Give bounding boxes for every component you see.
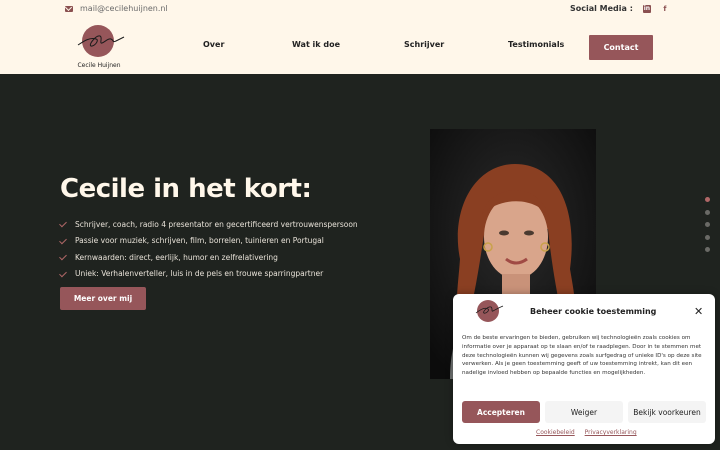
hero-bullet-list: Schrijver, coach, radio 4 presentator en…: [60, 216, 358, 282]
email-link[interactable]: mail@cecilehuijnen.nl: [65, 4, 168, 13]
bullet-text: Schrijver, coach, radio 4 presentator en…: [75, 219, 358, 229]
accept-button[interactable]: Accepteren: [462, 401, 540, 423]
more-about-me-button[interactable]: Meer over mij: [60, 287, 146, 310]
nav-wat-ik-doe[interactable]: Wat ik doe: [292, 40, 340, 49]
slider-dot[interactable]: [705, 247, 710, 252]
signature-icon: [77, 35, 125, 47]
cookie-links: Cookiebeleid Privacyverklaring: [536, 429, 645, 436]
check-icon: [60, 238, 69, 244]
check-icon: [60, 271, 69, 277]
facebook-icon[interactable]: f: [661, 5, 669, 13]
cookie-text: Om de beste ervaringen te bieden, gebrui…: [462, 335, 702, 377]
contact-button[interactable]: Contact: [589, 35, 653, 60]
cookie-title: Beheer cookie toestemming: [530, 307, 657, 316]
close-icon[interactable]: ✕: [694, 306, 703, 317]
nav-over[interactable]: Over: [203, 40, 224, 49]
hero-title: Cecile in het kort:: [60, 174, 312, 204]
slider-dot[interactable]: [705, 234, 710, 240]
site-logo[interactable]: Cecile Huijnen: [72, 25, 126, 71]
list-item: Schrijver, coach, radio 4 presentator en…: [60, 216, 358, 233]
nav-testimonials[interactable]: Testimonials: [508, 40, 564, 49]
check-icon: [60, 221, 69, 227]
email-text[interactable]: mail@cecilehuijnen.nl: [80, 4, 168, 13]
bullet-text: Uniek: Verhalenverteller, luis in de pel…: [75, 269, 324, 279]
cookie-logo: [473, 300, 505, 324]
slider-dot[interactable]: [705, 209, 710, 215]
main-nav: Cecile Huijnen Over Wat ik doe Schrijver…: [0, 20, 720, 74]
list-item: Passie voor muziek, schrijven, film, bor…: [60, 233, 358, 250]
social-label: Social Media :: [570, 4, 633, 13]
slider-dots: [705, 197, 710, 260]
logo-name: Cecile Huijnen: [77, 62, 121, 69]
slider-dot[interactable]: [705, 222, 710, 227]
nav-schrijver[interactable]: Schrijver: [404, 40, 444, 49]
check-icon: [60, 254, 69, 260]
mail-icon: [65, 5, 73, 12]
privacy-statement-link[interactable]: Privacyverklaring: [585, 429, 637, 436]
linkedin-icon[interactable]: in: [642, 4, 651, 13]
bullet-text: Kernwaarden: direct, eerlijk, humor en z…: [75, 252, 278, 262]
top-bar: mail@cecilehuijnen.nl Social Media : in …: [0, 0, 720, 20]
list-item: Kernwaarden: direct, eerlijk, humor en z…: [60, 249, 358, 266]
slider-dot[interactable]: [705, 197, 710, 202]
list-item: Uniek: Verhalenverteller, luis in de pel…: [60, 266, 358, 283]
signature-icon: [475, 305, 504, 314]
bullet-text: Passie voor muziek, schrijven, film, bor…: [75, 236, 324, 246]
view-preferences-button[interactable]: Bekijk voorkeuren: [628, 401, 706, 423]
social-media: Social Media : in f: [570, 4, 669, 13]
cookie-dialog: Beheer cookie toestemming ✕ Om de beste …: [453, 294, 715, 444]
deny-button[interactable]: Weiger: [545, 401, 623, 423]
cookie-policy-link[interactable]: Cookiebeleid: [536, 429, 575, 436]
